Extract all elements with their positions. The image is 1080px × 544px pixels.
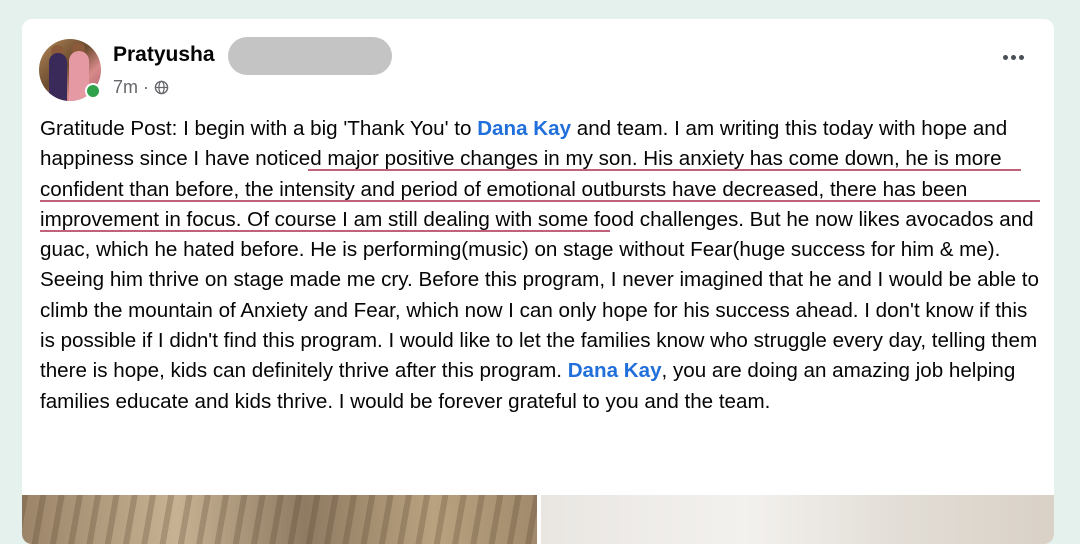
author-name[interactable]: Pratyusha xyxy=(113,43,215,67)
online-status-dot xyxy=(85,83,101,99)
underline-mark xyxy=(40,230,610,232)
post-photo[interactable] xyxy=(541,495,1054,544)
mention-link[interactable]: Dana Kay xyxy=(477,117,571,140)
underline-mark xyxy=(40,200,1040,202)
globe-icon[interactable] xyxy=(154,80,169,95)
post-time[interactable]: 7m xyxy=(113,77,138,98)
more-options-icon[interactable] xyxy=(1003,55,1024,60)
post-text-segment: Of course I am still dealing with some f… xyxy=(40,207,1039,383)
underline-mark xyxy=(308,169,1021,171)
mention-link[interactable]: Dana Kay xyxy=(568,359,662,382)
post-body: Gratitude Post: I begin with a big 'Than… xyxy=(40,114,1040,417)
post-photo[interactable] xyxy=(22,495,537,544)
post-card: Pratyusha 7m · Gratitude Post: I begin w… xyxy=(22,19,1054,544)
post-text-segment: Gratitude Post: I begin with a big 'Than… xyxy=(40,117,478,140)
post-meta: 7m · xyxy=(113,77,169,98)
meta-separator: · xyxy=(143,77,150,97)
redacted-name-block xyxy=(228,37,392,75)
